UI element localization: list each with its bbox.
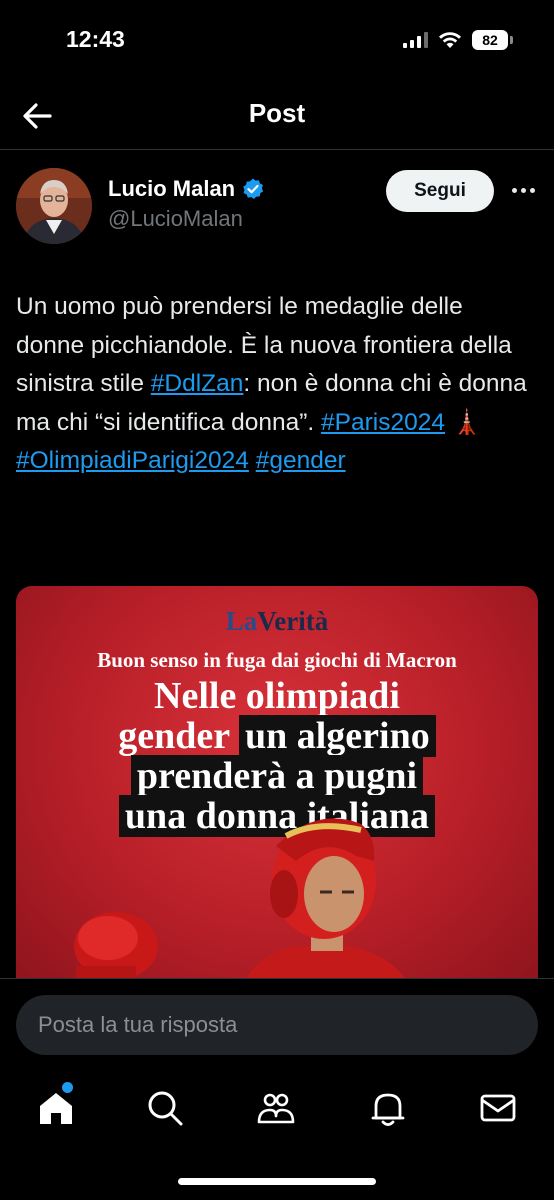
nav-home[interactable] xyxy=(36,1088,76,1128)
hashtag-link[interactable]: #OlimpiadiParigi2024 xyxy=(16,447,249,474)
hashtag-link[interactable]: #gender xyxy=(256,447,346,474)
author-handle[interactable]: @LucioMalan xyxy=(108,206,265,232)
avatar[interactable] xyxy=(16,168,92,244)
status-bar: 12:43 82 xyxy=(0,0,554,80)
communities-icon xyxy=(257,1093,295,1124)
logo-verita: Verità xyxy=(257,606,329,636)
battery-indicator: 82 xyxy=(472,30,513,50)
boxer-photo xyxy=(74,818,410,986)
nav-notifications[interactable] xyxy=(368,1088,408,1128)
status-icons: 82 xyxy=(403,30,513,50)
wifi-icon xyxy=(439,32,461,48)
author-name[interactable]: Lucio Malan xyxy=(108,176,235,202)
notifications-bell-icon xyxy=(371,1093,405,1126)
author-info: Lucio Malan @LucioMalan xyxy=(108,176,265,232)
hashtag-link[interactable]: #DdlZan xyxy=(151,370,244,397)
image-kicker: Buon senso in fuga dai giochi di Macron xyxy=(97,648,457,672)
reply-bar xyxy=(0,978,554,1068)
follow-button[interactable]: Segui xyxy=(386,170,494,212)
status-time: 12:43 xyxy=(66,26,125,52)
post-header: Post xyxy=(0,80,554,150)
more-options-icon[interactable] xyxy=(508,178,538,202)
page-title: Post xyxy=(248,98,306,128)
hashtag-link[interactable]: #Paris2024 xyxy=(321,409,445,436)
home-indicator xyxy=(178,1178,376,1185)
headline-highlight: un algerino xyxy=(238,715,436,757)
newspaper-logo: LaVerità xyxy=(16,606,538,637)
messages-envelope-icon xyxy=(480,1094,516,1122)
avatar-image xyxy=(16,168,92,244)
notification-dot xyxy=(62,1082,73,1093)
bottom-navigation xyxy=(0,1068,554,1200)
cellular-signal-icon xyxy=(403,32,428,48)
home-icon xyxy=(40,1093,72,1124)
nav-search[interactable] xyxy=(145,1088,185,1128)
search-icon xyxy=(148,1091,183,1126)
headline-line: Nelle olimpiadi xyxy=(154,675,400,717)
verified-badge-icon xyxy=(243,178,264,199)
reply-input[interactable] xyxy=(16,995,538,1055)
headline-line: gender un algerino xyxy=(16,715,538,757)
logo-la: La xyxy=(225,606,258,636)
tower-emoji: 🗼 xyxy=(444,408,483,436)
post-author: Lucio Malan @LucioMalan Segui xyxy=(16,168,538,248)
post-image[interactable]: LaVerità Buon senso in fuga dai giochi d… xyxy=(16,586,538,986)
author-name-row: Lucio Malan xyxy=(108,176,265,202)
tweet-text: Un uomo può prendersi le medaglie delle … xyxy=(16,288,536,481)
nav-communities[interactable] xyxy=(256,1088,296,1128)
nav-messages[interactable] xyxy=(478,1088,518,1128)
headline-word: gender xyxy=(118,715,230,757)
headline-highlight: prenderà a pugni xyxy=(130,755,424,797)
